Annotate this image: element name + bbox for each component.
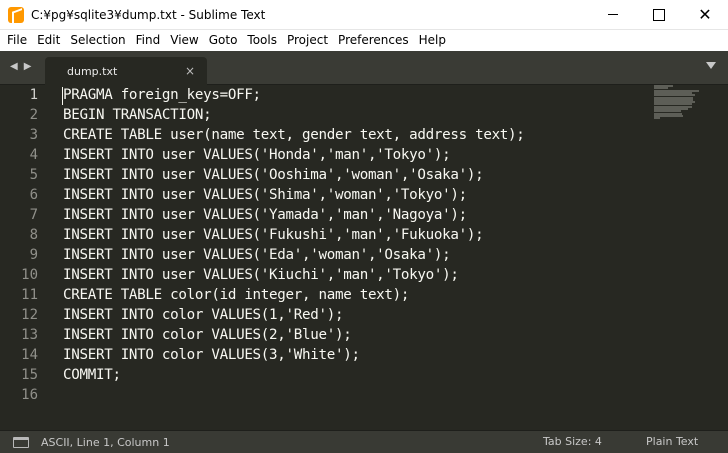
tab-close-icon[interactable]: × xyxy=(185,64,195,78)
code-line[interactable]: INSERT INTO user VALUES('Honda','man','T… xyxy=(63,145,451,165)
line-number-gutter: 1 2 3 4 5 6 7 8 9 10 11 12 13 14 15 16 xyxy=(0,85,46,430)
line-number: 4 xyxy=(29,147,38,163)
code-line[interactable]: CREATE TABLE user(name text, gender text… xyxy=(63,125,525,145)
code-line[interactable]: COMMIT; xyxy=(63,365,121,385)
editor-area[interactable]: 1 2 3 4 5 6 7 8 9 10 11 12 13 14 15 16 PRAGMA foreign_k… xyxy=(0,85,728,430)
code-line[interactable]: PRAGMA foreign_keys=OFF; xyxy=(63,85,261,105)
menu-help[interactable]: Help xyxy=(414,30,451,51)
line-number: 8 xyxy=(29,227,38,243)
menu-tools[interactable]: Tools xyxy=(242,30,282,51)
tab-dump-txt[interactable]: dump.txt × xyxy=(45,57,207,85)
tab-bar: ◀ ▶ dump.txt × xyxy=(0,51,728,85)
line-number: 5 xyxy=(29,167,38,183)
code-line[interactable]: INSERT INTO user VALUES('Shima','woman',… xyxy=(63,185,467,205)
status-position: ASCII, Line 1, Column 1 xyxy=(41,435,170,449)
line-number: 11 xyxy=(21,287,38,303)
line-number: 10 xyxy=(21,267,38,283)
code-line[interactable]: INSERT INTO user VALUES('Eda','woman','O… xyxy=(63,245,451,265)
close-window-button[interactable]: ✕ xyxy=(682,0,728,30)
menu-view[interactable]: View xyxy=(165,30,203,51)
code-line[interactable]: CREATE TABLE color(id integer, name text… xyxy=(63,285,409,305)
status-tab-size[interactable]: Tab Size: 4 xyxy=(543,431,602,453)
menu-project[interactable]: Project xyxy=(282,30,333,51)
code-line[interactable]: INSERT INTO user VALUES('Fukushi','man',… xyxy=(63,225,484,245)
menu-selection[interactable]: Selection xyxy=(65,30,130,51)
code-line[interactable]: INSERT INTO color VALUES(3,'White'); xyxy=(63,345,360,365)
sublime-app-icon xyxy=(8,6,24,23)
menu-bar: File Edit Selection Find View Goto Tools… xyxy=(0,30,728,51)
title-bar: C:¥pg¥sqlite3¥dump.txt - Sublime Text ✕ xyxy=(0,0,728,30)
menu-goto[interactable]: Goto xyxy=(204,30,243,51)
line-number: 6 xyxy=(29,187,38,203)
tab-nav-arrows: ◀ ▶ xyxy=(10,61,31,72)
line-number: 9 xyxy=(29,247,38,263)
tab-next-icon[interactable]: ▶ xyxy=(24,61,32,72)
code-line[interactable]: BEGIN TRANSACTION; xyxy=(63,105,212,125)
line-number: 7 xyxy=(29,207,38,223)
line-number: 13 xyxy=(21,327,38,343)
minimap[interactable] xyxy=(654,85,704,125)
code-line[interactable]: INSERT INTO user VALUES('Kiuchi','man','… xyxy=(63,265,459,285)
code-line[interactable]: INSERT INTO color VALUES(1,'Red'); xyxy=(63,305,344,325)
menu-find[interactable]: Find xyxy=(131,30,166,51)
maximize-button[interactable] xyxy=(636,0,682,30)
code-line[interactable]: INSERT INTO user VALUES('Yamada','man','… xyxy=(63,205,467,225)
tab-prev-icon[interactable]: ◀ xyxy=(10,61,18,72)
code-line[interactable]: INSERT INTO user VALUES('Ooshima','woman… xyxy=(63,165,484,185)
status-bar: ASCII, Line 1, Column 1 Tab Size: 4 Plai… xyxy=(0,430,728,453)
window-title: C:¥pg¥sqlite3¥dump.txt - Sublime Text xyxy=(31,7,266,22)
text-cursor xyxy=(62,87,63,105)
line-number: 1 xyxy=(29,87,38,103)
code-line[interactable]: INSERT INTO color VALUES(2,'Blue'); xyxy=(63,325,352,345)
tab-label: dump.txt xyxy=(67,64,118,78)
minimap-line xyxy=(654,117,660,120)
line-number: 2 xyxy=(29,107,38,123)
line-number: 16 xyxy=(21,387,38,403)
panel-toggle-icon[interactable] xyxy=(13,436,29,448)
line-number: 14 xyxy=(21,347,38,363)
menu-preferences[interactable]: Preferences xyxy=(333,30,414,51)
menu-edit[interactable]: Edit xyxy=(32,30,65,51)
line-number: 12 xyxy=(21,307,38,323)
line-number: 3 xyxy=(29,127,38,143)
menu-file[interactable]: File xyxy=(2,30,32,51)
minimize-button[interactable] xyxy=(590,0,636,30)
tab-dropdown-icon[interactable] xyxy=(706,62,716,69)
line-number: 15 xyxy=(21,367,38,383)
status-syntax[interactable]: Plain Text xyxy=(646,431,698,453)
